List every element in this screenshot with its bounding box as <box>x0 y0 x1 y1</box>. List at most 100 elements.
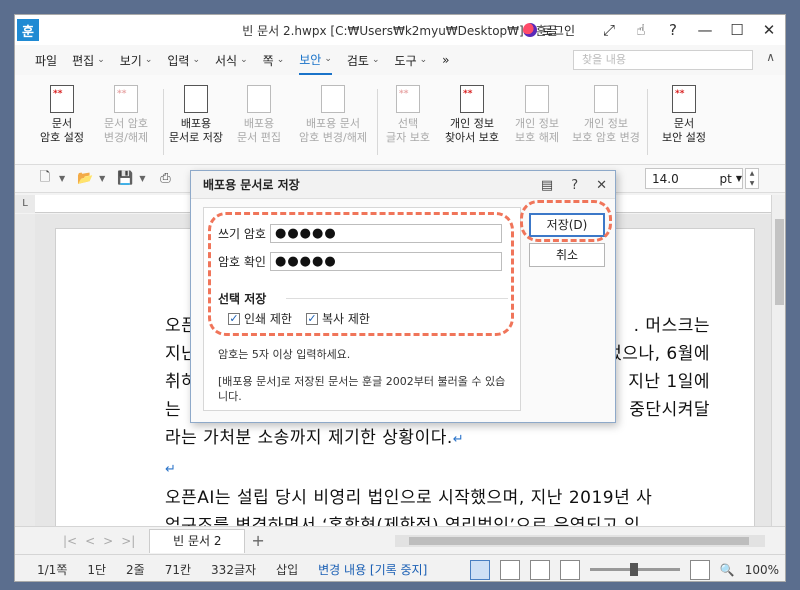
menu-more[interactable]: » <box>442 45 449 75</box>
highlight-save-button <box>520 200 612 242</box>
chevron-down-icon: ⌄ <box>419 55 428 65</box>
compatibility-note: [배포용 문서]로 저장된 문서는 훈글 2002부터 불러올 수 있습니다. <box>218 375 506 403</box>
status-col: 71칸 <box>164 562 192 577</box>
vertical-scrollbar[interactable] <box>771 195 785 535</box>
doc-password-button[interactable]: ** 문서 암호 설정 <box>33 85 91 145</box>
new-doc-icon[interactable]: 🗋 <box>35 169 55 189</box>
find-input[interactable]: 찾을 내용 <box>573 50 753 70</box>
paragraph-mark: ↵ <box>165 462 177 477</box>
highlight-password-options <box>208 212 514 336</box>
maximize-icon[interactable]: ☐ <box>721 15 753 45</box>
lock-doc-icon: ** <box>50 85 74 113</box>
zoom-search-icon[interactable]: 🔍 <box>720 563 735 577</box>
ribbon: ** 문서 암호 설정 ** 문서 암호 변경/해제 배포용 문서로 저장 배포용 문서… <box>15 75 785 165</box>
select-char-protect-button[interactable]: ** 선택 글자 보호 <box>381 85 435 145</box>
ribbon-divider <box>647 89 648 155</box>
lock-doc-icon <box>594 85 618 113</box>
chevron-down-icon: ⌄ <box>192 55 201 65</box>
print-icon[interactable]: ⎙ <box>155 169 175 189</box>
collapse-ribbon-icon[interactable]: ∧ <box>766 50 775 64</box>
distribution-password-change-button[interactable]: 배포용 문서 암호 변경/해제 <box>291 85 375 145</box>
menu-bar: 파일 편집 ⌄ 보기 ⌄ 입력 ⌄ 서식 ⌄ 쪽 ⌄ 보안 ⌄ 검토 ⌄ 도구 ⌄ » 찾을 내… <box>15 45 785 75</box>
status-page: 1/1쪽 <box>37 562 68 577</box>
status-mode[interactable]: 삽입 <box>276 561 298 578</box>
save-as-distribution-button[interactable]: 배포용 문서로 저장 <box>165 85 227 145</box>
hand-icon[interactable]: ☝ <box>625 15 657 45</box>
close-icon[interactable]: ✕ <box>753 15 785 45</box>
password-length-note: 암호는 5자 이상 입력하세요. <box>218 348 351 361</box>
doc-security-settings-button[interactable]: ** 문서 보안 설정 <box>653 85 715 145</box>
ribbon-divider <box>163 89 164 155</box>
login-icon <box>522 23 537 37</box>
status-bar: 1/1쪽 1단 2줄 71칸 332글자 삽입 변경 내용 [기록 중지] 🔍 … <box>15 554 785 581</box>
full-view-icon[interactable] <box>529 559 550 580</box>
menu-tools[interactable]: 도구 ⌄ <box>395 45 428 75</box>
security-check-icon: ** <box>672 85 696 113</box>
font-size-stepper[interactable]: ▲ ▼ <box>745 168 759 189</box>
lock-doc-icon <box>321 85 345 113</box>
chevron-down-icon: ⌄ <box>97 55 105 65</box>
vertical-ruler <box>15 214 35 526</box>
zoom-out-icon[interactable] <box>559 559 580 580</box>
doc-tab[interactable]: 빈 문서 2 <box>149 528 246 553</box>
menu-file[interactable]: 파일 <box>35 45 57 75</box>
page-view-icon[interactable] <box>469 559 490 580</box>
tab-nav[interactable]: |< < > >| <box>63 534 135 548</box>
find-personal-info-button[interactable]: ** 개인 정보 찾아서 보호 <box>439 85 505 145</box>
title-bar: 훈 빈 문서 2.hwpx [C:₩Users₩k2myu₩Desktop₩] … <box>15 15 785 45</box>
menu-review[interactable]: 검토 ⌄ <box>347 45 380 75</box>
status-line: 2줄 <box>126 562 145 577</box>
chevron-down-icon: ▼ <box>59 174 66 183</box>
distribution-edit-button[interactable]: 배포용 문서 편집 <box>229 85 289 145</box>
login-label: 로그인 <box>541 23 575 38</box>
menu-view[interactable]: 보기 ⌄ <box>120 45 153 75</box>
pen-doc-icon <box>247 85 271 113</box>
chevron-down-icon: ⌄ <box>371 55 380 65</box>
expand-icon[interactable]: ⤢ <box>593 15 625 45</box>
font-size-select[interactable]: 14.0 pt ▼ <box>645 168 743 189</box>
release-doc-icon <box>525 85 549 113</box>
cancel-button[interactable]: 취소 <box>529 243 605 267</box>
tab-stop-icon[interactable]: L <box>15 195 35 213</box>
binoculars-doc-icon: ** <box>460 85 484 113</box>
save-doc-icon <box>184 85 208 113</box>
chevron-down-icon: ⌄ <box>240 55 248 65</box>
menu-page[interactable]: 쪽 ⌄ <box>263 45 285 75</box>
close-icon[interactable]: ✕ <box>596 178 607 193</box>
first-tab-icon: |< <box>63 533 78 548</box>
open-folder-icon[interactable]: 📂 <box>75 169 95 189</box>
menu-insert[interactable]: 입력 ⌄ <box>167 45 200 75</box>
zoom-slider[interactable] <box>589 563 680 576</box>
personal-info-password-change-button[interactable]: 개인 정보 보호 암호 변경 <box>569 85 643 145</box>
save-icon[interactable]: 💾 <box>115 169 135 189</box>
login-button[interactable]: 로그인 <box>522 22 575 39</box>
comment-icon[interactable]: ▤ <box>541 178 553 193</box>
menu-security[interactable]: 보안 ⌄ <box>299 45 332 75</box>
scroll-thumb[interactable] <box>775 219 784 305</box>
lock-doc-icon: ** <box>114 85 138 113</box>
horizontal-scrollbar[interactable] <box>395 535 765 547</box>
status-chars: 332글자 <box>211 562 257 577</box>
status-track-changes[interactable]: 변경 내용 [기록 중지] <box>318 561 427 578</box>
add-tab-button[interactable]: + <box>251 531 264 550</box>
minimize-icon[interactable]: — <box>689 15 721 45</box>
prev-tab-icon: < <box>85 533 96 548</box>
next-tab-icon: > <box>103 533 114 548</box>
last-tab-icon: >| <box>121 533 136 548</box>
help-icon[interactable]: ? <box>657 15 689 45</box>
menu-format[interactable]: 서식 ⌄ <box>215 45 248 75</box>
zoom-in-icon[interactable] <box>689 559 710 580</box>
scroll-thumb[interactable] <box>409 537 749 545</box>
width-view-icon[interactable] <box>499 559 520 580</box>
personal-info-release-button[interactable]: 개인 정보 보호 해제 <box>507 85 567 145</box>
chevron-down-icon: ▼ <box>735 174 742 183</box>
help-icon[interactable]: ? <box>571 178 578 193</box>
chevron-down-icon: ⌄ <box>324 54 332 64</box>
zoom-level[interactable]: 100% <box>745 563 779 577</box>
zoom-knob[interactable] <box>629 563 638 576</box>
app-logo-icon: 훈 <box>17 19 39 41</box>
chevron-down-icon: ▼ <box>99 174 106 183</box>
menu-edit[interactable]: 편집 ⌄ <box>72 45 105 75</box>
document-tabs-bar: |< < > >| 빈 문서 2 + <box>15 526 785 554</box>
doc-password-change-button[interactable]: ** 문서 암호 변경/해제 <box>93 85 159 145</box>
